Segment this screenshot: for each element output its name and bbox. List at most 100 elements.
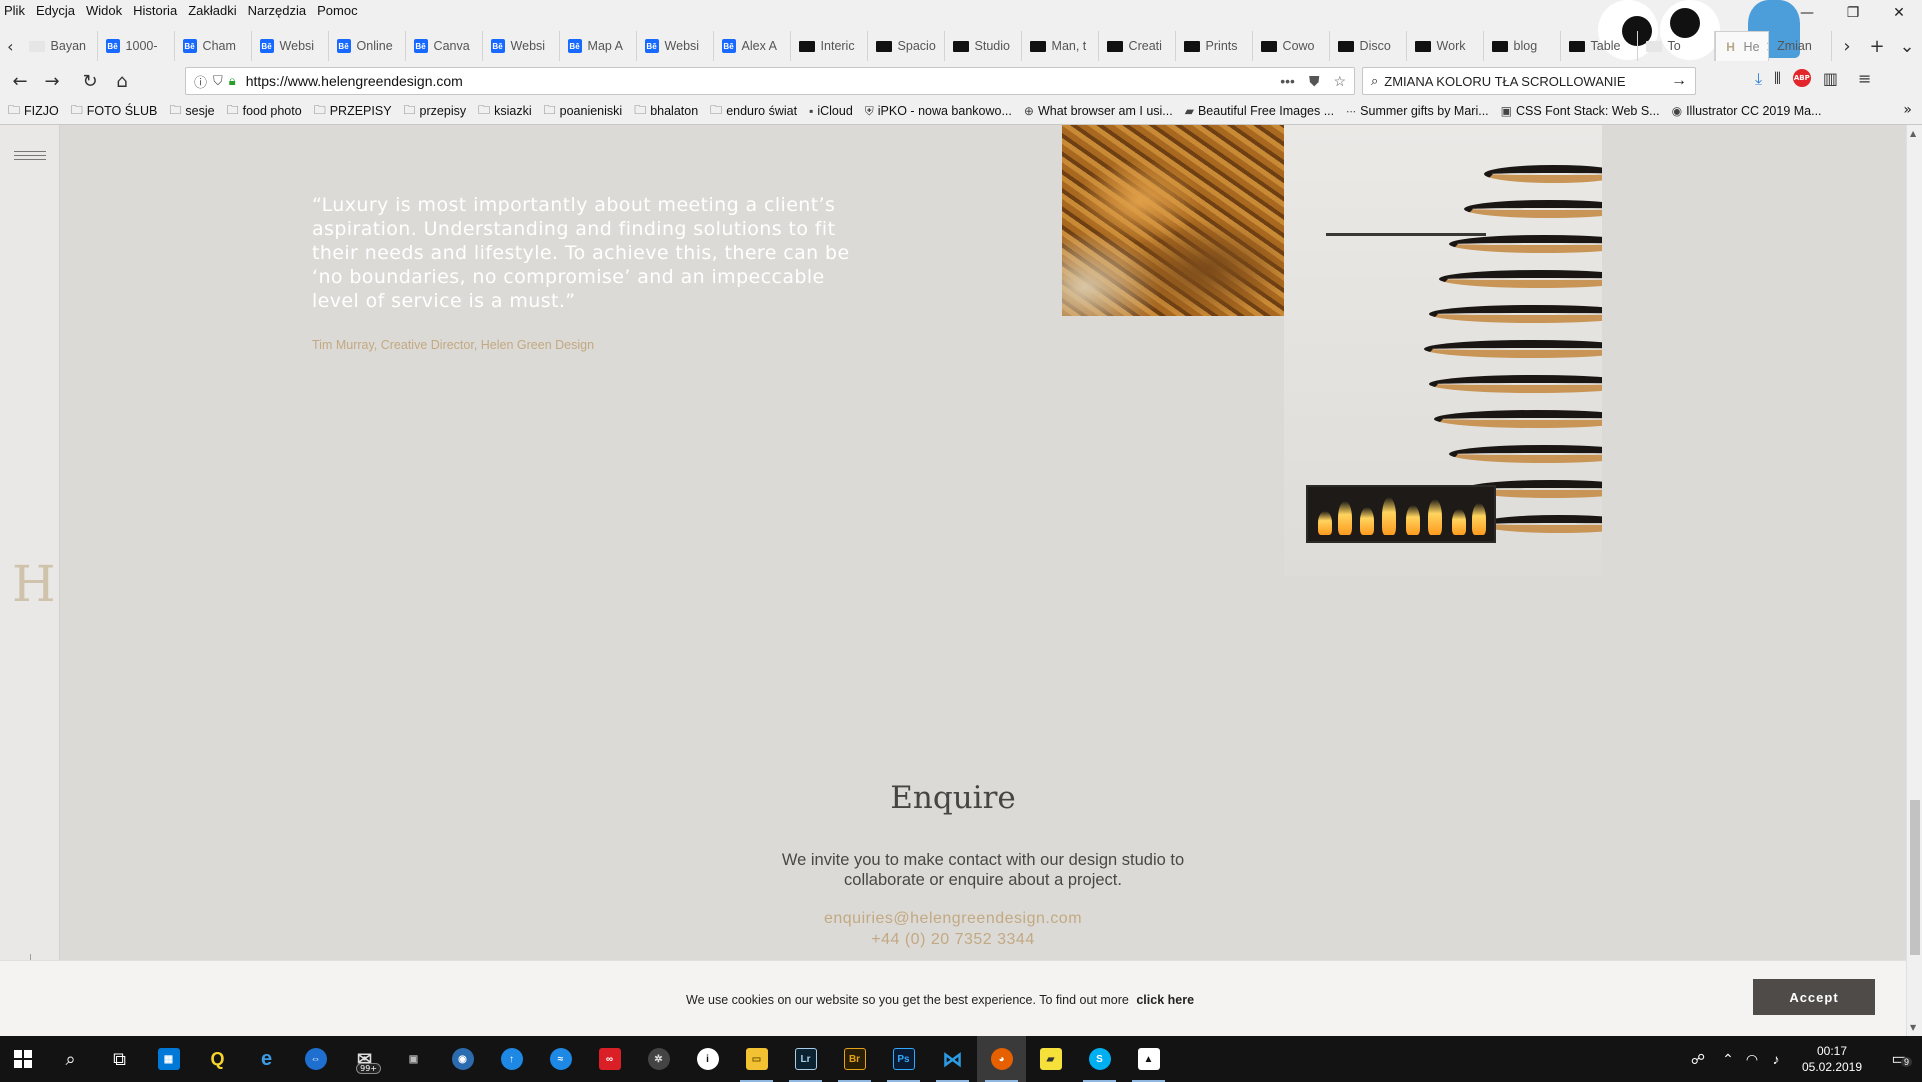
bookmark-item[interactable]: ⊕ What browser am I usi... [1024,104,1173,118]
bookmark-item[interactable]: 🗀 FOTO ŚLUB [71,101,158,122]
tab-item[interactable]: blog [1484,31,1561,61]
bookmark-item[interactable]: 🗀 przepisy [404,101,467,122]
firefox-icon[interactable]: ◕ [977,1036,1026,1082]
skype-icon[interactable]: S [1075,1036,1124,1082]
tab-item[interactable]: Prints [1176,31,1253,61]
enquire-email-link[interactable]: enquiries@helengreendesign.com [0,910,1906,928]
tab-item[interactable]: Bē Websi [252,31,329,61]
sticky-notes-icon[interactable]: ▰ [1026,1036,1075,1082]
photos-icon[interactable]: ▲ [1124,1036,1173,1082]
tab-item[interactable]: Bē Canva [406,31,483,61]
tracking-shield-icon[interactable]: ⛉ [213,73,223,89]
tab-item[interactable]: Table [1561,31,1638,61]
qbittorrent-icon[interactable]: Q [193,1036,242,1082]
bookmark-item[interactable]: 🗀 enduro świat [710,101,797,122]
bookmark-item[interactable]: 🗀 food photo [227,101,302,122]
enquire-phone-link[interactable]: +44 (0) 20 7352 3344 [0,931,1906,949]
lightroom-icon[interactable]: Lr [781,1036,830,1082]
lock-icon[interactable]: 🔒︎ [229,73,236,89]
menu-edycja[interactable]: Edycja [36,3,75,18]
teamviewer-icon[interactable]: ⇔ [291,1036,340,1082]
menu-widok[interactable]: Widok [86,3,122,18]
forward-icon[interactable]: → [36,71,68,92]
tab-item[interactable]: Bē 1000- [98,31,175,61]
tab-item[interactable]: Studio [945,31,1022,61]
bridge-icon[interactable]: Br [830,1036,879,1082]
reload-icon[interactable]: ↻ [74,71,106,92]
wifi-icon[interactable]: ◠ [1740,1051,1764,1068]
download-icon[interactable]: ⤓ [1755,69,1762,89]
search-bar[interactable]: ⌕ ZMIANA KOLORU TŁA SCROLLOWANIE → [1362,67,1696,95]
tab-item[interactable]: To [1638,31,1715,61]
upload-icon[interactable]: ↑ [487,1036,536,1082]
action-center-icon[interactable]: ▭ 9 [1876,1049,1922,1069]
menu-pomoc[interactable]: Pomoc [317,3,357,18]
library-icon[interactable]: ⫴ [1774,69,1781,89]
site-menu-icon[interactable] [14,151,46,163]
sidebar-icon[interactable]: ▥ [1823,69,1838,89]
vscode-icon[interactable]: ⋈ [928,1036,977,1082]
unknown-app-icon[interactable]: ▣ [389,1036,438,1082]
new-tab-icon[interactable]: + [1862,36,1892,57]
start-button[interactable] [0,1036,46,1082]
creative-cloud-icon[interactable]: ∞ [585,1036,634,1082]
info-icon[interactable]: ⓘ [194,72,207,91]
store-icon[interactable]: ▦ [144,1036,193,1082]
bookmark-item[interactable]: ▪ iCloud [809,104,853,118]
tab-item[interactable]: Interic [791,31,868,61]
tabs-scroll-right-icon[interactable]: › [1832,36,1862,57]
menu-plik[interactable]: Plik [4,3,25,18]
tab-item[interactable]: Bē Online [329,31,406,61]
bookmark-star-icon[interactable]: ☆ [1333,73,1346,90]
file-explorer-icon[interactable]: ▭ [732,1036,781,1082]
bookmark-item[interactable]: ∙∙∙ Summer gifts by Mari... [1346,104,1489,118]
tab-item[interactable]: Cowo [1253,31,1330,61]
network-icon[interactable]: ◉ [438,1036,487,1082]
close-window-icon[interactable]: ✕ [1876,0,1922,26]
tab-item[interactable]: Spacio [868,31,945,61]
edge-icon[interactable]: e [242,1036,291,1082]
scroll-up-icon[interactable]: ▲ [1910,129,1916,138]
clock[interactable]: 00:17 05.02.2019 [1788,1043,1876,1075]
url-text[interactable]: https://www.helengreendesign.com [246,73,463,89]
restore-icon[interactable]: ❐ [1830,0,1876,26]
bookmark-item[interactable]: 🗀 sesje [169,101,214,122]
bookmark-item[interactable]: 🗀 ksiazki [478,101,532,122]
tab-item[interactable]: Bē Websi [637,31,714,61]
tab-zmiana[interactable]: Zmian [1769,31,1832,61]
tab-item[interactable]: Bē Websi [483,31,560,61]
page-actions-icon[interactable]: ••• [1280,73,1295,90]
bookmark-item[interactable]: 🗀 bhalaton [634,101,698,122]
menu-narzedzia[interactable]: Narzędzia [248,3,307,18]
bookmark-item[interactable]: ▰ Beautiful Free Images ... [1185,104,1334,118]
info-icon[interactable]: i [683,1036,732,1082]
hamburger-menu-icon[interactable]: ≡ [1858,69,1871,89]
davinci-icon[interactable]: ✲ [634,1036,683,1082]
bookmark-item[interactable]: ▣ CSS Font Stack: Web S... [1501,104,1660,118]
menu-historia[interactable]: Historia [133,3,177,18]
bookmark-item[interactable]: 🗀 poanieniski [544,101,623,122]
tab-item[interactable]: Disco [1330,31,1407,61]
photoshop-icon[interactable]: Ps [879,1036,928,1082]
tab-item[interactable]: Bayan [21,31,98,61]
bookmark-item[interactable]: ◉ Illustrator CC 2019 Ma... [1672,104,1822,118]
accept-cookies-button[interactable]: Accept [1753,979,1875,1015]
tab-item[interactable]: Man, t [1022,31,1099,61]
scroll-down-icon[interactable]: ▼ [1910,1023,1916,1032]
people-icon[interactable]: ☍ [1686,1051,1710,1068]
search-icon[interactable]: ⌕ [46,1036,95,1082]
tab-item[interactable]: Work [1407,31,1484,61]
site-logo[interactable]: H [12,555,56,613]
address-bar[interactable]: ⓘ ⛉ 🔒︎ https://www.helengreendesign.com … [185,67,1355,95]
bookmarks-overflow-icon[interactable]: » [1903,102,1912,118]
task-view-icon[interactable]: ⧉ [95,1036,144,1082]
bookmark-item[interactable]: 🗀 FIZJO [8,101,59,122]
tab-item[interactable]: Bē Cham [175,31,252,61]
tabs-scroll-left-icon[interactable]: ‹ [0,37,21,56]
back-icon[interactable]: ← [4,71,36,92]
scroll-thumb[interactable] [1910,800,1920,955]
bookmark-item[interactable]: ⛨ iPKO - nowa bankowo... [865,104,1012,119]
bookmark-item[interactable]: 🗀 PRZEPISY [314,101,392,122]
adblock-icon[interactable]: ABP [1792,69,1811,87]
tab-item[interactable]: Bē Map A [560,31,637,61]
